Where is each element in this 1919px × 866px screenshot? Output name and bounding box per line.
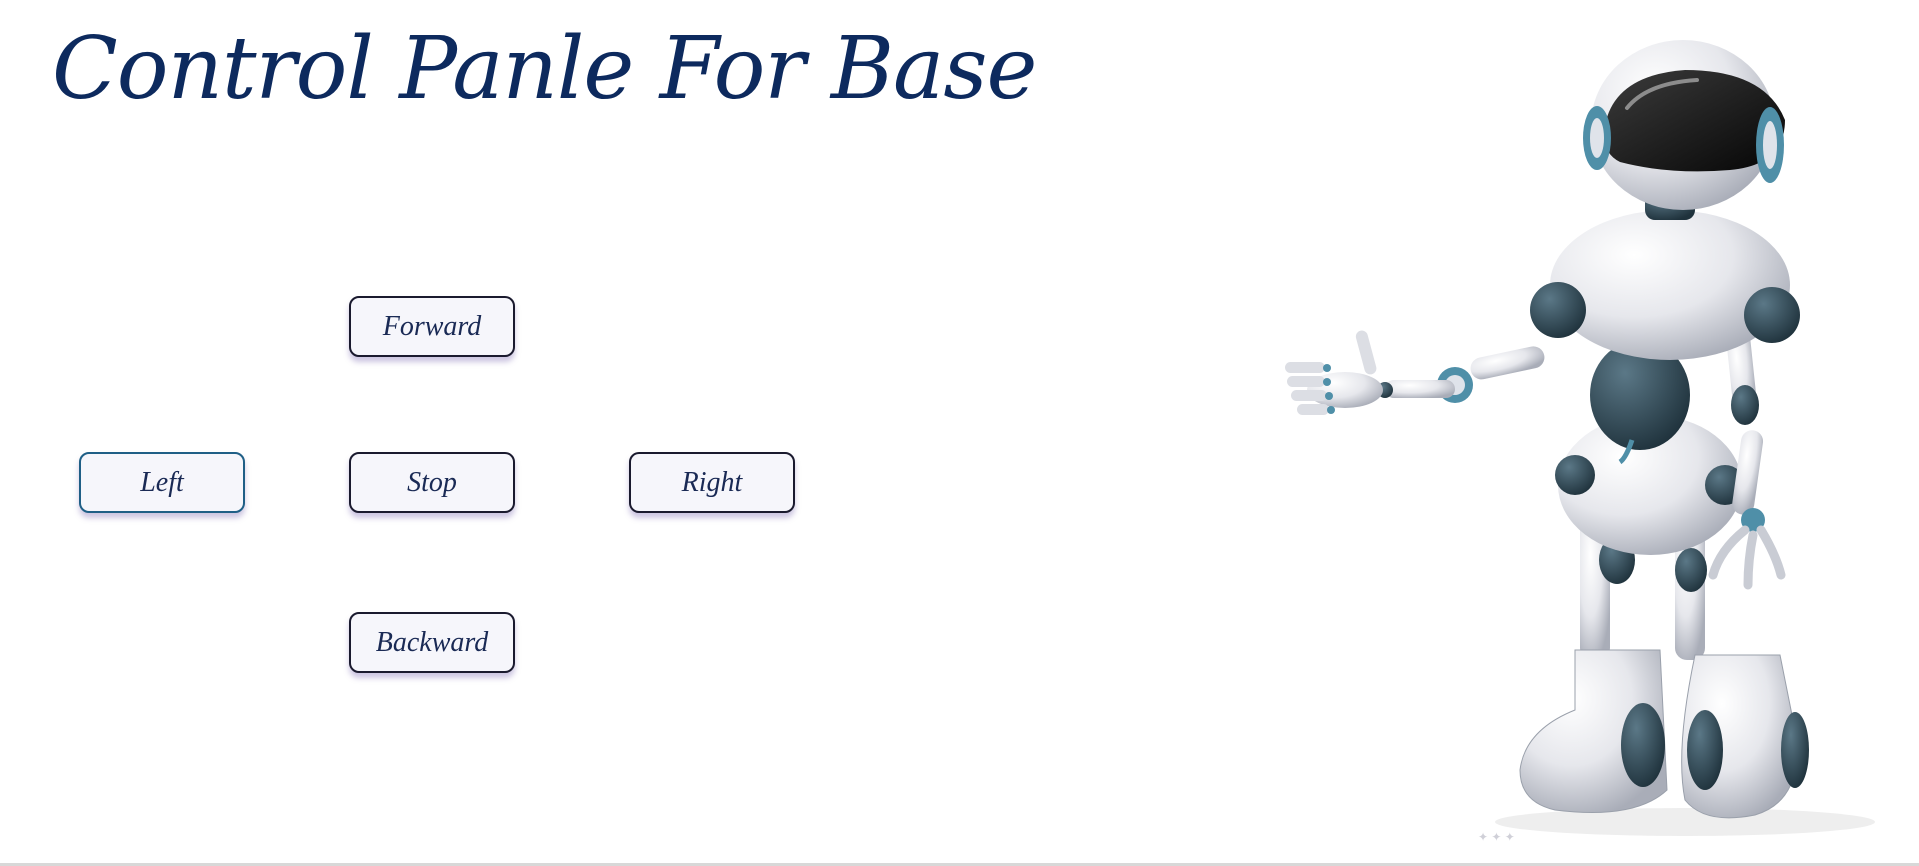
right-button[interactable]: Right: [629, 452, 795, 513]
control-panel-page: Control Panle For Base Forward Left Stop…: [0, 0, 1919, 866]
forward-button[interactable]: Forward: [349, 296, 515, 357]
watermark: ✦ ✦ ✦: [1478, 830, 1515, 844]
page-title: Control Panle For Base: [52, 19, 1037, 119]
backward-button[interactable]: Backward: [349, 612, 515, 673]
left-button[interactable]: Left: [79, 452, 245, 513]
stop-button[interactable]: Stop: [349, 452, 515, 513]
robot-illustration: [1285, 40, 1875, 836]
